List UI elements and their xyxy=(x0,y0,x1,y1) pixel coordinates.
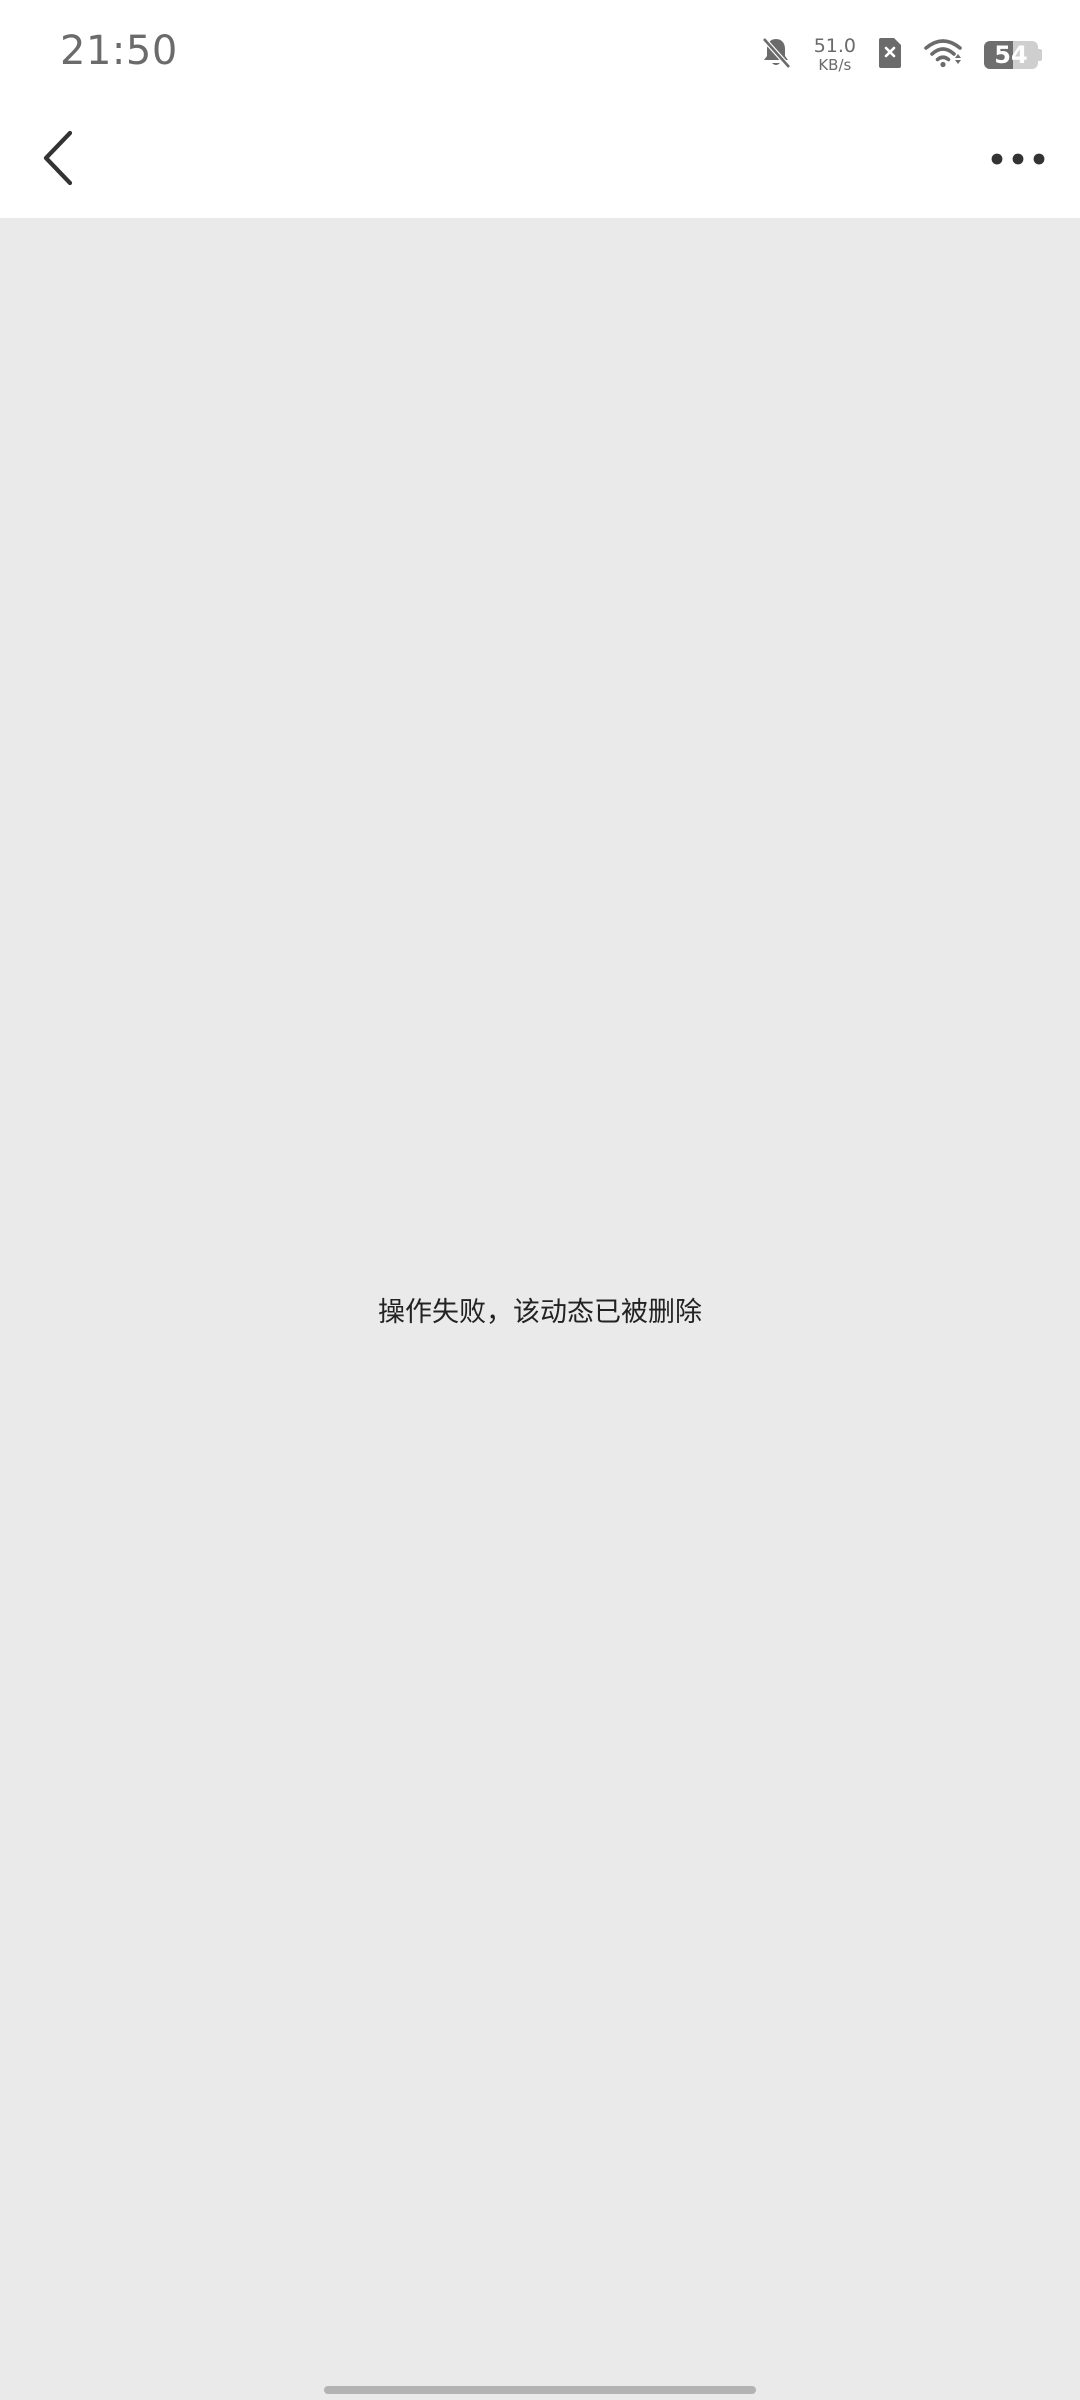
status-bar: 21:50 51.0 KB/s 54 xyxy=(0,0,1080,110)
back-button[interactable] xyxy=(20,120,100,200)
battery-nub xyxy=(1038,49,1042,61)
battery-icon: 54 xyxy=(984,41,1042,69)
network-speed-value: 51.0 xyxy=(813,35,856,57)
nav-bar xyxy=(0,110,1080,218)
network-speed-unit: KB/s xyxy=(818,56,852,74)
status-time: 21:50 xyxy=(60,28,178,74)
network-speed: 51.0 KB/s xyxy=(814,37,856,73)
more-horizontal-icon xyxy=(991,151,1045,170)
home-indicator[interactable] xyxy=(324,2386,756,2394)
chevron-left-icon xyxy=(40,130,80,190)
battery-level: 54 xyxy=(994,41,1028,69)
battery-body: 54 xyxy=(984,41,1038,69)
wifi-icon xyxy=(924,38,962,72)
bell-off-icon xyxy=(760,36,792,74)
status-icons: 51.0 KB/s 54 xyxy=(760,30,1042,80)
error-message: 操作失败，该动态已被删除 xyxy=(378,1297,702,1328)
sim-error-icon xyxy=(878,37,902,73)
more-button[interactable] xyxy=(978,120,1058,200)
top-area: 21:50 51.0 KB/s 54 xyxy=(0,0,1080,218)
content-area: 操作失败，该动态已被删除 xyxy=(0,218,1080,2400)
